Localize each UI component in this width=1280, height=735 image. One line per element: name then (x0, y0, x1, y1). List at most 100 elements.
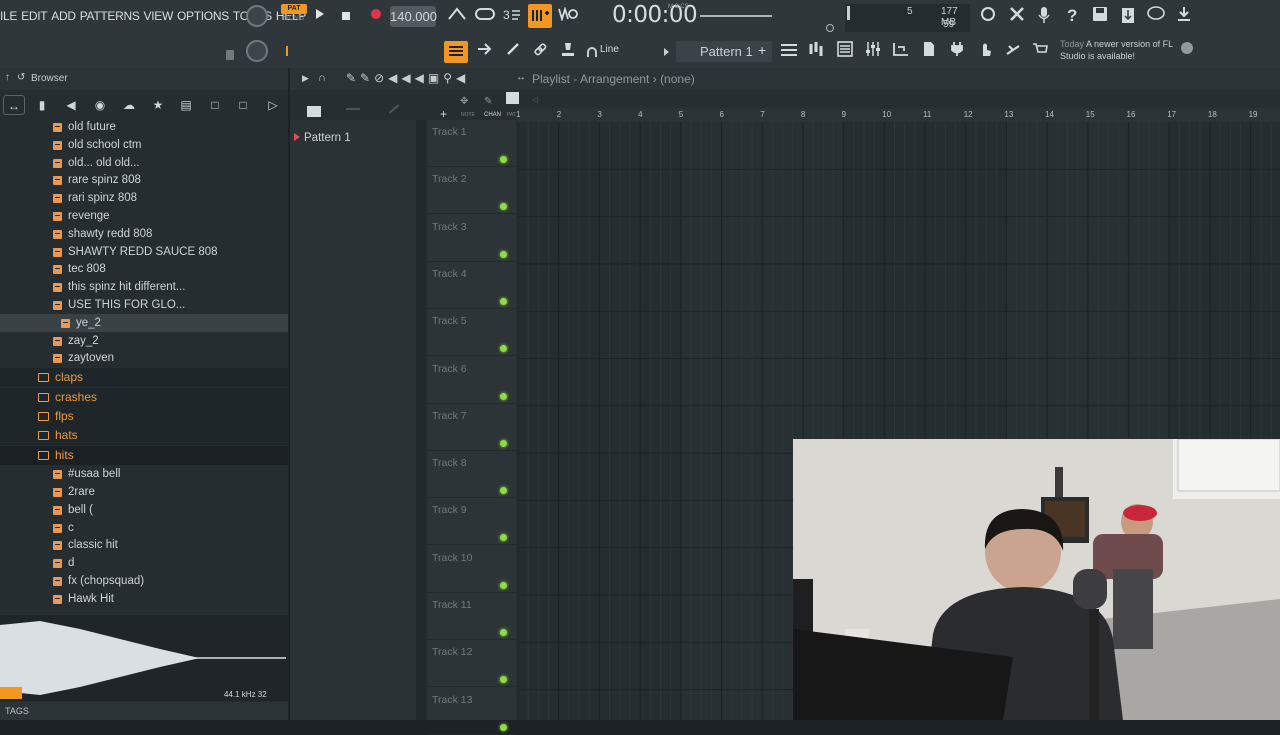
track-header[interactable]: Track 1 (428, 120, 516, 167)
browser-tag-icon[interactable]: ▤ (175, 95, 197, 115)
browser-speaker-icon[interactable]: ◀ (60, 95, 82, 115)
draw-icon[interactable]: ✎ (484, 96, 492, 107)
channel-routing-icon[interactable] (890, 41, 912, 63)
track-header[interactable]: Track 13 (428, 688, 516, 735)
pattern-prev-icon[interactable] (664, 48, 669, 56)
pencil-icon[interactable] (502, 41, 524, 63)
play-button[interactable] (312, 8, 328, 23)
microphone-icon[interactable] (1033, 6, 1055, 28)
shop-icon[interactable] (1029, 41, 1051, 63)
browser-cloud-icon[interactable]: ☁ (118, 95, 140, 115)
playlist-nav-icon[interactable]: ↔ (516, 72, 526, 83)
track-header[interactable]: Track 3 (428, 215, 516, 262)
record-button[interactable] (368, 8, 384, 23)
playlist-view-button[interactable] (444, 41, 468, 63)
master-pitch-slider[interactable] (700, 15, 772, 17)
folder-item[interactable]: hats (0, 426, 288, 446)
file-item[interactable]: ye_2 (0, 313, 288, 332)
file-item[interactable]: 2rare (0, 483, 288, 501)
browser-folder3-icon[interactable]: ▷ (262, 95, 284, 115)
pattern-view-icon[interactable] (506, 92, 519, 104)
channel-rack-icon[interactable] (834, 41, 856, 63)
track-mute-led[interactable] (500, 581, 507, 589)
magnet-icon[interactable] (587, 47, 597, 57)
browser-folder-icon[interactable]: □ (204, 95, 226, 115)
file-item[interactable]: revenge (0, 207, 288, 225)
add-track-icon[interactable]: + (440, 107, 447, 121)
file-item[interactable]: #usaa bell (0, 465, 288, 483)
help-icon[interactable]: ? (1061, 6, 1083, 28)
step-edit-button[interactable] (528, 4, 552, 28)
track-mute-led[interactable] (500, 629, 507, 636)
track-header[interactable]: Track 11 (428, 593, 516, 640)
track-header[interactable]: Track 7 (428, 404, 516, 451)
file-item[interactable]: USE THIS FOR GLO... (0, 296, 288, 314)
touch-keyboard-icon[interactable] (974, 41, 996, 63)
track-mute-led[interactable] (500, 534, 507, 542)
file-item[interactable]: rare spinz 808 (0, 171, 288, 189)
track-header[interactable]: Track 5 (428, 309, 516, 357)
menu-item[interactable]: PATTERNS (80, 9, 144, 25)
playlist-menu-icon[interactable]: ▶ (302, 73, 309, 84)
snap-selector[interactable]: Line (600, 44, 652, 60)
piano-keys-icon[interactable] (307, 106, 321, 117)
file-item[interactable]: bell ( (0, 501, 288, 519)
file-item[interactable]: zaytoven (0, 349, 288, 367)
picker-scrollbar[interactable] (416, 120, 426, 720)
folder-item[interactable]: claps (0, 368, 288, 388)
file-item[interactable]: d (0, 554, 288, 572)
file-item[interactable]: Hawk Hit (0, 590, 288, 608)
file-item[interactable]: c (0, 519, 288, 537)
track-header[interactable]: Track 2 (428, 167, 516, 215)
refresh-icon[interactable] (977, 6, 999, 28)
arrow-right-icon[interactable] (474, 41, 496, 63)
browser-plugin-icon[interactable]: ◉ (89, 95, 111, 115)
browser-star-icon[interactable]: ★ (147, 95, 169, 115)
menu-item[interactable]: ILE (0, 9, 21, 25)
track-mute-led[interactable] (500, 345, 507, 353)
mixer-icon[interactable] (862, 41, 884, 63)
track-mute-led[interactable] (500, 297, 507, 305)
tempo-display[interactable]: 140.000 (390, 6, 437, 27)
playlist-tool-icons[interactable]: ✎✎⊘◀◀◀▣⚲◀ (346, 71, 469, 85)
browser-folder2-icon[interactable]: □ (232, 95, 254, 115)
folder-item[interactable]: hits (0, 445, 288, 465)
track-header[interactable]: Track 9 (428, 498, 516, 546)
master-volume-knob[interactable] (246, 5, 268, 27)
folder-item[interactable]: crashes (0, 387, 288, 407)
file-item[interactable]: classic hit (0, 536, 288, 554)
track-mute-led[interactable] (500, 392, 507, 400)
chat-icon[interactable] (1145, 6, 1167, 28)
master-pitch-knob[interactable] (246, 40, 268, 62)
stamp-icon[interactable] (557, 41, 579, 63)
file-item[interactable]: fx (chopsquad) (0, 572, 288, 590)
folder-item[interactable]: flps (0, 407, 288, 426)
browser-up-icon[interactable]: ↑ (5, 72, 10, 83)
tools-icon[interactable] (1006, 6, 1028, 28)
timeline-ruler[interactable]: 1 2 3 4 5 6 7 8 9 10 11 12 13 14 15 16 17 18 19 (516, 108, 1280, 122)
browser-back-icon[interactable]: ↺ (17, 72, 25, 83)
track-mute-led[interactable] (500, 156, 507, 163)
playlist-magnet-icon[interactable]: ∩ (318, 72, 326, 84)
file-item[interactable]: rari spinz 808 (0, 189, 288, 207)
tempo-tapper-icon[interactable] (1002, 41, 1024, 63)
track-header[interactable]: Track 10 (428, 546, 516, 593)
track-mute-led[interactable] (500, 487, 507, 495)
track-header[interactable]: Track 8 (428, 451, 516, 499)
track-mute-led[interactable] (500, 723, 507, 731)
save-icon[interactable] (1089, 6, 1111, 28)
countdown-icon[interactable]: 3 (501, 6, 523, 28)
render-icon[interactable] (1117, 6, 1139, 28)
file-item[interactable]: zay_2 (0, 332, 288, 350)
menu-item[interactable]: VIEW (144, 9, 177, 25)
track-header[interactable]: Track 12 (428, 640, 516, 688)
move-icon[interactable]: ✥ (460, 96, 468, 107)
file-item[interactable]: tec 808 (0, 260, 288, 278)
update-globe-icon[interactable] (1176, 40, 1198, 62)
wait-input-icon[interactable] (557, 5, 579, 28)
add-pattern-icon[interactable]: + (758, 42, 766, 58)
news-panel[interactable]: Today A newer version of FL Studio is av… (1060, 38, 1184, 62)
stop-button[interactable] (338, 9, 354, 24)
scroll-icon[interactable]: ◁ (532, 95, 538, 104)
browser-all-icon[interactable]: ↔ (3, 95, 25, 115)
